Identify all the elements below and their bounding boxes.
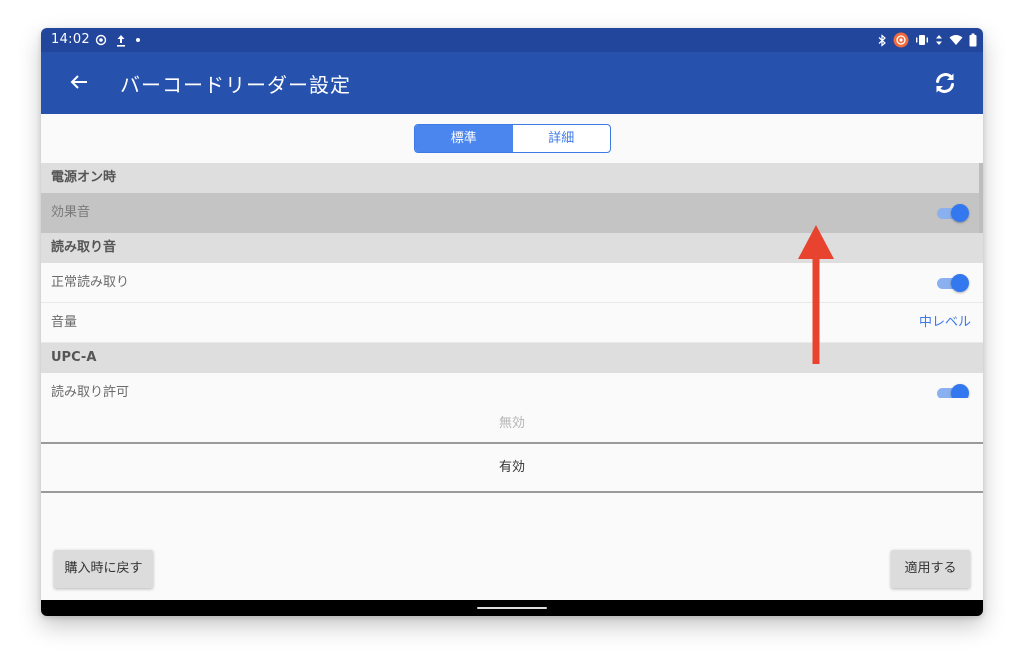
row-label: 正常読み取り: [51, 275, 130, 290]
swipe-up-arrow: [798, 225, 834, 364]
row-volume[interactable]: 音量 中レベル: [41, 303, 983, 343]
section-header-power-on: 電源オン時: [41, 163, 983, 193]
status-time: 14:02: [51, 32, 90, 47]
section-header-upc-a: UPC-A: [41, 343, 983, 373]
battery-icon: [969, 33, 977, 47]
arrow-left-icon[interactable]: [67, 70, 91, 94]
bluetooth-icon: [878, 33, 886, 47]
row-sound-effect[interactable]: 効果音: [41, 193, 983, 233]
normal-read-toggle[interactable]: [937, 274, 969, 292]
apply-button[interactable]: 適用する: [891, 550, 970, 588]
section-header-read-sound: 読み取り音: [41, 233, 983, 263]
row-label: 音量: [51, 315, 78, 330]
tablet-screen: 14:02 バーコードリーダー設定 標準 詳細 電源オン時 効果音 読み取り音 …: [41, 28, 983, 616]
row-normal-read[interactable]: 正常読み取り: [41, 263, 983, 303]
segmented-control: 標準 詳細: [414, 124, 611, 153]
vibrate-icon: [916, 35, 928, 45]
row-read-permission[interactable]: 読み取り許可: [41, 373, 983, 398]
data-arrows-icon: [936, 35, 942, 45]
sound-effect-toggle[interactable]: [937, 204, 969, 222]
segment-bar: 標準 詳細: [41, 114, 983, 163]
picker-option-enabled[interactable]: 有効: [41, 442, 983, 493]
app-bar: バーコードリーダー設定: [41, 52, 983, 114]
segment-detail[interactable]: 詳細: [513, 125, 611, 152]
value-picker[interactable]: 無効 有効: [41, 398, 983, 523]
read-permission-toggle[interactable]: [937, 384, 969, 398]
picker-option-disabled[interactable]: 無効: [41, 409, 983, 439]
volume-value: 中レベル: [918, 315, 971, 330]
record-icon: [893, 32, 909, 48]
upload-icon: [117, 34, 125, 47]
home-handle[interactable]: [477, 607, 547, 609]
status-bar: 14:02: [41, 28, 983, 52]
row-label: 読み取り許可: [51, 385, 130, 398]
settings-list: 電源オン時 効果音 読み取り音 正常読み取り 音量 中レベル UPC-A 読み取…: [41, 163, 983, 398]
segment-standard[interactable]: 標準: [415, 125, 513, 152]
row-label: 効果音: [51, 205, 91, 220]
dot-icon: [136, 38, 140, 42]
location-icon: [95, 34, 107, 46]
wifi-icon: [949, 35, 963, 45]
page-title: バーコードリーダー設定: [120, 73, 351, 97]
scrollbar[interactable]: [979, 163, 983, 233]
refresh-icon[interactable]: [931, 69, 959, 97]
reset-button[interactable]: 購入時に戻す: [54, 550, 153, 588]
navigation-bar: [41, 600, 983, 616]
